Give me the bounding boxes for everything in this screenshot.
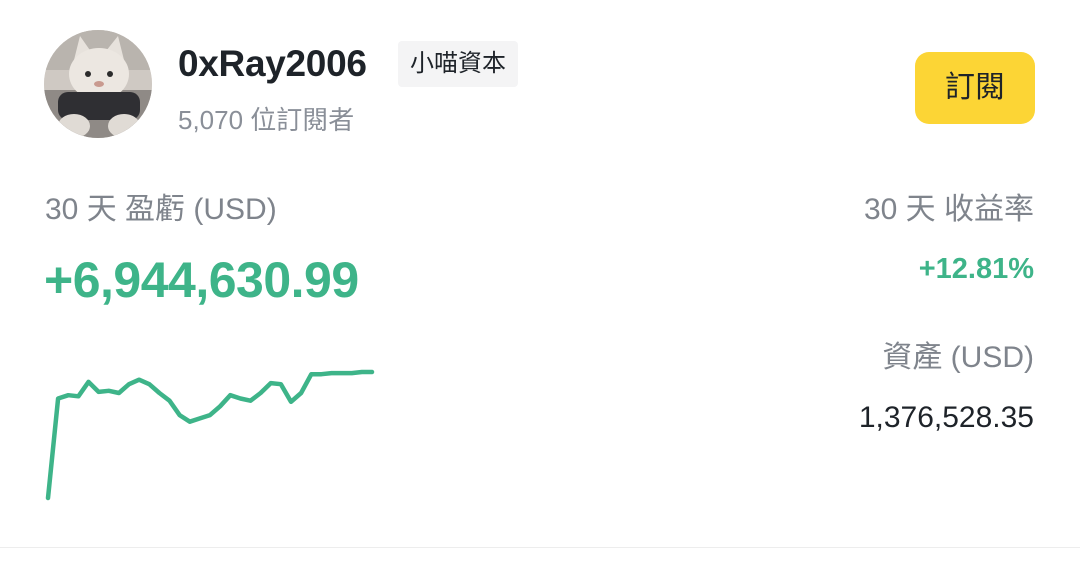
pnl-label: 30 天 盈虧 (USD) — [45, 193, 277, 226]
pnl-sparkline-chart — [45, 369, 375, 501]
roi-value: +12.81% — [918, 253, 1034, 285]
divider — [0, 547, 1080, 548]
roi-label: 30 天 收益率 — [863, 193, 1034, 226]
subscriber-count: 5,070 位訂閱者 — [178, 105, 355, 135]
assets-value: 1,376,528.35 — [858, 401, 1034, 434]
cat-plush-avatar-icon — [44, 30, 152, 138]
subscribe-button[interactable]: 訂閱 — [915, 52, 1035, 124]
username[interactable]: 0xRay2006 — [178, 40, 367, 88]
pnl-value: +6,944,630.99 — [44, 252, 359, 308]
portfolio-name-badge: 小喵資本 — [398, 41, 518, 87]
assets-label: 資產 (USD) — [882, 341, 1034, 374]
pnl-series-line — [45, 369, 375, 501]
avatar[interactable] — [44, 30, 152, 138]
